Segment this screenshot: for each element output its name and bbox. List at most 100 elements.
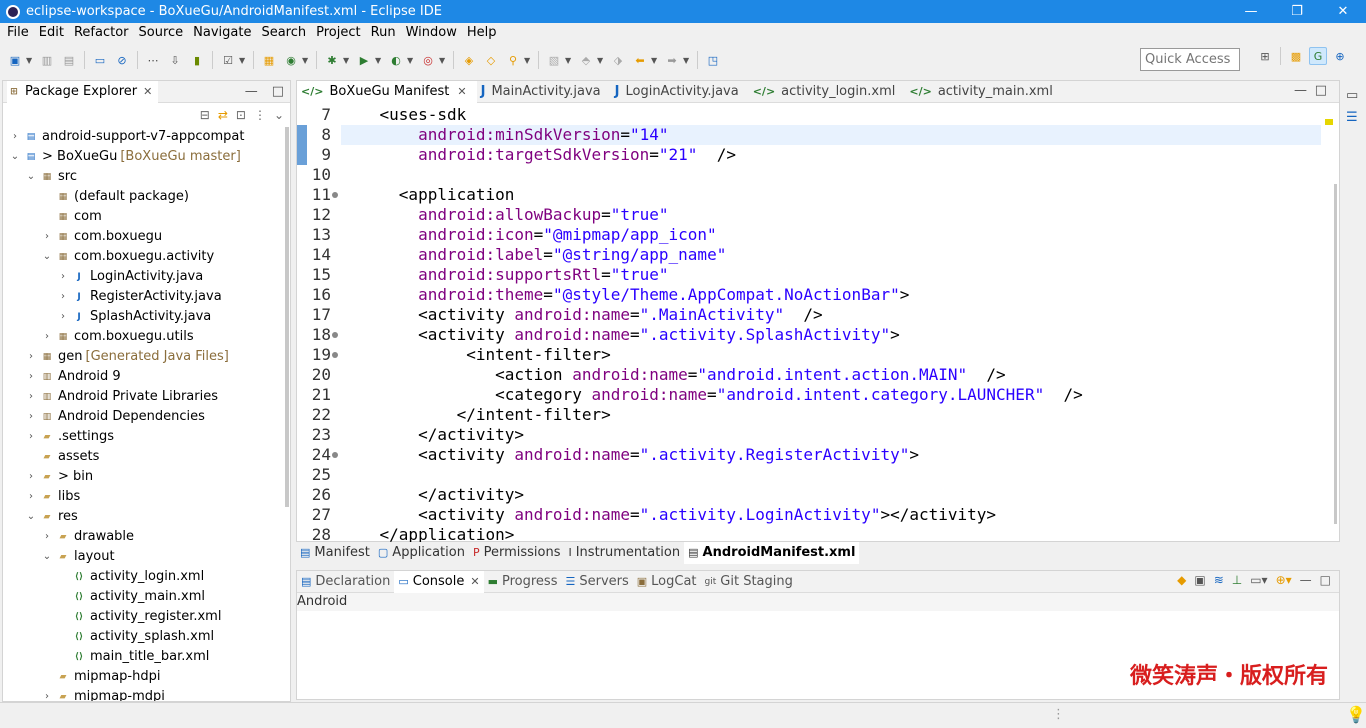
tip-icon[interactable]: 💡	[1346, 705, 1366, 724]
pin-editor-icon[interactable]: ◳	[704, 51, 722, 69]
menu-run[interactable]: Run	[366, 23, 401, 43]
tree-item[interactable]: › ▰ > bin	[25, 467, 93, 487]
tree-item[interactable]: › ▰ libs	[25, 487, 80, 507]
chevron-right-icon[interactable]: ›	[41, 327, 53, 347]
android-sdk-icon[interactable]: ▭	[91, 51, 109, 69]
coverage-dropdown-icon[interactable]: ▼	[407, 56, 415, 65]
new-icon[interactable]: ▣	[6, 51, 24, 69]
clear-console-icon[interactable]: ◆	[1177, 573, 1186, 587]
external-tools-dropdown-icon[interactable]: ▼	[439, 56, 447, 65]
next-annotation-icon[interactable]: ⬘	[577, 51, 595, 69]
android-download-icon[interactable]: ⇩	[166, 51, 184, 69]
editor-tab[interactable]: J LoginActivity.java	[611, 81, 749, 103]
maximize-button[interactable]: ❐	[1274, 0, 1320, 23]
search-dropdown-icon[interactable]: ▼	[524, 56, 532, 65]
console-tab[interactable]: git Git Staging	[701, 571, 797, 593]
run-icon[interactable]: ▶	[355, 51, 373, 69]
close-icon[interactable]: ✕	[457, 81, 466, 103]
editor-tab[interactable]: </> BoXueGu Manifest ✕	[297, 80, 477, 103]
minimize-editor-icon[interactable]: —	[1294, 83, 1307, 98]
chevron-down-icon[interactable]: ⌄	[25, 167, 37, 187]
pin-console-icon[interactable]: ⊥	[1232, 573, 1242, 587]
restore-icon[interactable]: ▭	[1346, 88, 1358, 103]
debug-icon[interactable]: ✱	[323, 51, 341, 69]
tree-item[interactable]: ⟨⟩ activity_main.xml	[57, 587, 205, 607]
console-tab[interactable]: ▭ Console ✕	[394, 570, 484, 593]
chevron-right-icon[interactable]: ›	[41, 527, 53, 547]
chevron-down-icon[interactable]: ⌄	[25, 507, 37, 527]
tree-item[interactable]: › J RegisterActivity.java	[57, 287, 222, 307]
view-menu-icon[interactable]: ⋮	[254, 108, 266, 122]
chevron-right-icon[interactable]: ›	[41, 227, 53, 247]
tree-item[interactable]: ⌄ ▦ src	[25, 167, 77, 187]
chevron-right-icon[interactable]: ›	[41, 687, 53, 701]
collapse-all-icon[interactable]: ⊟	[200, 108, 210, 122]
menu-navigate[interactable]: Navigate	[188, 23, 256, 43]
tree-item[interactable]: ▦ (default package)	[41, 187, 189, 207]
tree-item[interactable]: › ▰ mipmap-mdpi	[41, 687, 165, 701]
menu-window[interactable]: Window	[401, 23, 462, 43]
tree-item[interactable]: ⌄ ▦ com.boxuegu.activity	[41, 247, 214, 267]
tree-item[interactable]: › ▰ drawable	[41, 527, 134, 547]
close-button[interactable]: ✕	[1320, 0, 1366, 23]
back-dropdown-icon[interactable]: ▼	[651, 56, 659, 65]
manifest-tab[interactable]: ▢ Application	[374, 542, 469, 564]
editor-tab[interactable]: </> activity_login.xml	[749, 81, 906, 103]
tree-item[interactable]: ▰ mipmap-hdpi	[41, 667, 161, 687]
tree-item[interactable]: › J SplashActivity.java	[57, 307, 211, 327]
console-tab[interactable]: ▬ Progress	[484, 571, 562, 593]
chevron-right-icon[interactable]: ›	[25, 487, 37, 507]
tree-item[interactable]: ⟨⟩ activity_splash.xml	[57, 627, 214, 647]
manifest-tab[interactable]: I Instrumentation	[564, 542, 684, 564]
chevron-right-icon[interactable]: ›	[57, 307, 69, 327]
scrollbar[interactable]	[285, 127, 289, 507]
tree-item[interactable]: ▰ assets	[25, 447, 100, 467]
forward-arrow-icon[interactable]: ➡	[663, 51, 681, 69]
tree-item[interactable]: › ▦ com.boxuegu.utils	[41, 327, 194, 347]
chevron-right-icon[interactable]: ›	[25, 407, 37, 427]
open-perspective-icon[interactable]: ⊞	[1256, 47, 1274, 65]
quick-access-input[interactable]	[1140, 48, 1240, 71]
menu-source[interactable]: Source	[134, 23, 189, 43]
save-icon[interactable]: ▥	[38, 51, 56, 69]
java-perspective-icon[interactable]: ▩	[1287, 47, 1305, 65]
search-icon[interactable]: ⚲	[504, 51, 522, 69]
open-console-icon[interactable]: ⊕▾	[1276, 573, 1292, 587]
annotation-dropdown-icon[interactable]: ▼	[565, 56, 573, 65]
maximize-editor-icon[interactable]: □	[1315, 83, 1327, 98]
coverage-icon[interactable]: ◐	[387, 51, 405, 69]
chevron-right-icon[interactable]: ›	[9, 127, 21, 147]
display-console-icon[interactable]: ▭▾	[1250, 573, 1267, 587]
new-class-icon[interactable]: ◉	[282, 51, 300, 69]
fold-toggle-icon[interactable]	[332, 352, 338, 358]
new-android-project-icon[interactable]: ▦	[260, 51, 278, 69]
maximize-view-icon[interactable]: □	[272, 84, 284, 99]
tree-item[interactable]: ⟨⟩ activity_login.xml	[57, 567, 204, 587]
minimize-view-icon[interactable]: —	[1300, 573, 1312, 587]
task-icon[interactable]: ☑	[219, 51, 237, 69]
chevron-right-icon[interactable]: ›	[25, 367, 37, 387]
manifest-tab[interactable]: ▤ Manifest	[296, 542, 374, 564]
next-annotation-dropdown-icon[interactable]: ▼	[597, 56, 605, 65]
open-task-icon[interactable]: ◇	[482, 51, 500, 69]
chevron-right-icon[interactable]: ›	[25, 467, 37, 487]
scrollbar[interactable]	[1334, 184, 1337, 524]
tree-item[interactable]: ⌄ ▰ layout	[41, 547, 115, 567]
annotation-icon[interactable]: ▧	[545, 51, 563, 69]
menu-help[interactable]: Help	[462, 23, 502, 43]
focus-icon[interactable]: ⊡	[236, 108, 246, 122]
manifest-tab[interactable]: ▤ AndroidManifest.xml	[684, 542, 860, 564]
tree-item[interactable]: › ▤ android-support-v7-appcompat	[9, 127, 244, 147]
close-icon[interactable]: ✕	[143, 85, 152, 98]
minimize-button[interactable]: —	[1228, 0, 1274, 23]
outline-icon[interactable]: ☰	[1346, 110, 1358, 125]
forward-dropdown-icon[interactable]: ▼	[683, 56, 691, 65]
new-class-dropdown-icon[interactable]: ▼	[302, 56, 310, 65]
chevron-right-icon[interactable]: ›	[57, 287, 69, 307]
manifest-tab[interactable]: P Permissions	[469, 542, 565, 564]
tree-item[interactable]: ⌄ ▰ res	[25, 507, 78, 527]
maximize-view-icon[interactable]: □	[1320, 573, 1331, 587]
code-editor[interactable]: 7 <uses-sdk 8 android:minSdkVersion="14" 9…	[297, 104, 1339, 543]
android-device-icon[interactable]: ▮	[188, 51, 206, 69]
console-tab[interactable]: ▤ Declaration	[297, 571, 394, 593]
